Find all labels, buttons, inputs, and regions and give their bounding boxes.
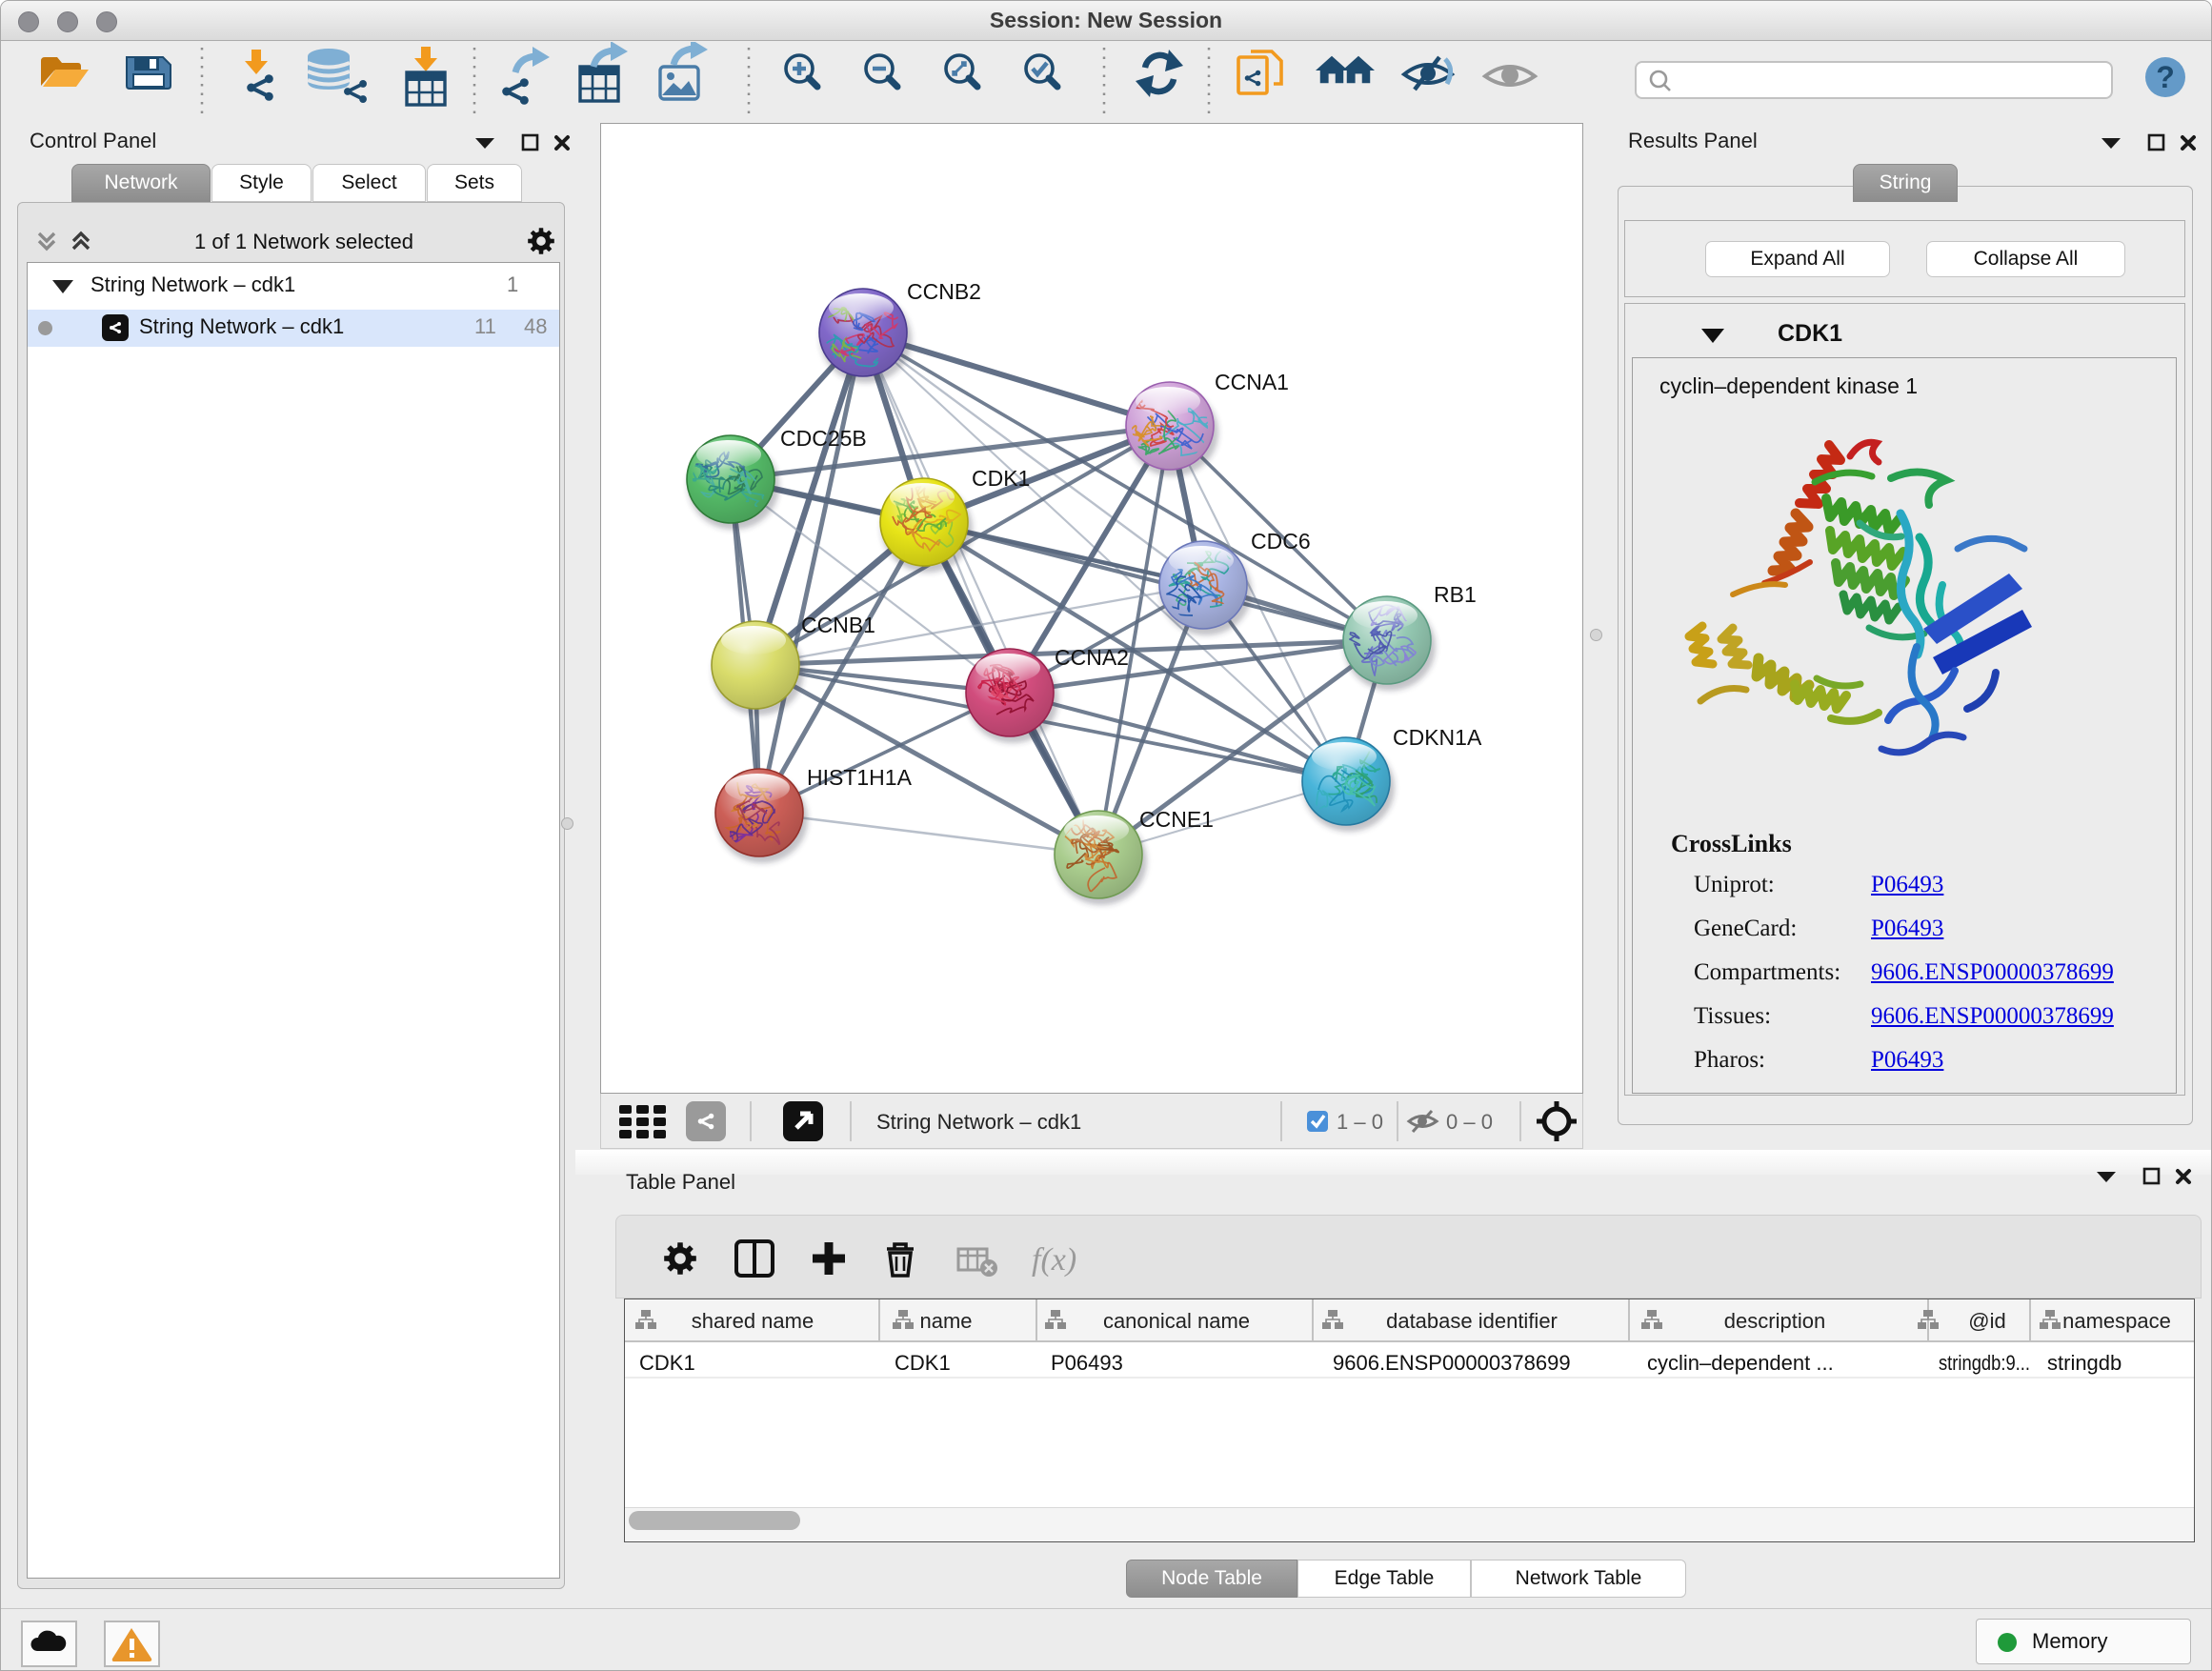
svg-text:@id: @id xyxy=(1968,1309,2005,1333)
svg-text:CDC25B: CDC25B xyxy=(780,426,867,451)
svg-text:CDK1: CDK1 xyxy=(895,1351,951,1375)
svg-text:P06493: P06493 xyxy=(1051,1351,1123,1375)
svg-text:CCNB1: CCNB1 xyxy=(801,613,875,637)
svg-text:f(x): f(x) xyxy=(1032,1242,1076,1278)
svg-text:?: ? xyxy=(2156,60,2175,94)
svg-text:RB1: RB1 xyxy=(1434,582,1477,607)
svg-text:CDK1: CDK1 xyxy=(639,1351,695,1375)
svg-text:description: description xyxy=(1724,1309,1825,1333)
svg-text:CCNB2: CCNB2 xyxy=(907,279,981,304)
svg-text:1 of 1 Network selected: 1 of 1 Network selected xyxy=(194,230,413,253)
svg-text:namespace: namespace xyxy=(2062,1309,2171,1333)
svg-text:String Network – cdk1: String Network – cdk1 xyxy=(876,1110,1081,1134)
svg-text:cyclin–dependent ...: cyclin–dependent ... xyxy=(1647,1351,1834,1375)
svg-text:name: name xyxy=(919,1309,972,1333)
svg-text:stringdb: stringdb xyxy=(2047,1351,2122,1375)
svg-text:HIST1H1A: HIST1H1A xyxy=(807,765,913,790)
svg-text:1 – 0: 1 – 0 xyxy=(1337,1110,1383,1134)
svg-text:shared name: shared name xyxy=(692,1309,814,1333)
svg-text:canonical name: canonical name xyxy=(1103,1309,1250,1333)
svg-text:CDK1: CDK1 xyxy=(972,466,1030,491)
svg-text:CDKN1A: CDKN1A xyxy=(1393,725,1482,750)
svg-text:CCNA1: CCNA1 xyxy=(1215,370,1289,394)
svg-text:database identifier: database identifier xyxy=(1386,1309,1558,1333)
svg-text:0 – 0: 0 – 0 xyxy=(1446,1110,1493,1134)
svg-text:CCNE1: CCNE1 xyxy=(1139,807,1214,832)
svg-text:CCNA2: CCNA2 xyxy=(1055,645,1129,670)
svg-text:stringdb:9...: stringdb:9... xyxy=(1939,1351,2030,1375)
svg-text:9606.ENSP00000378699: 9606.ENSP00000378699 xyxy=(1333,1351,1571,1375)
svg-text:CDC6: CDC6 xyxy=(1251,529,1311,554)
